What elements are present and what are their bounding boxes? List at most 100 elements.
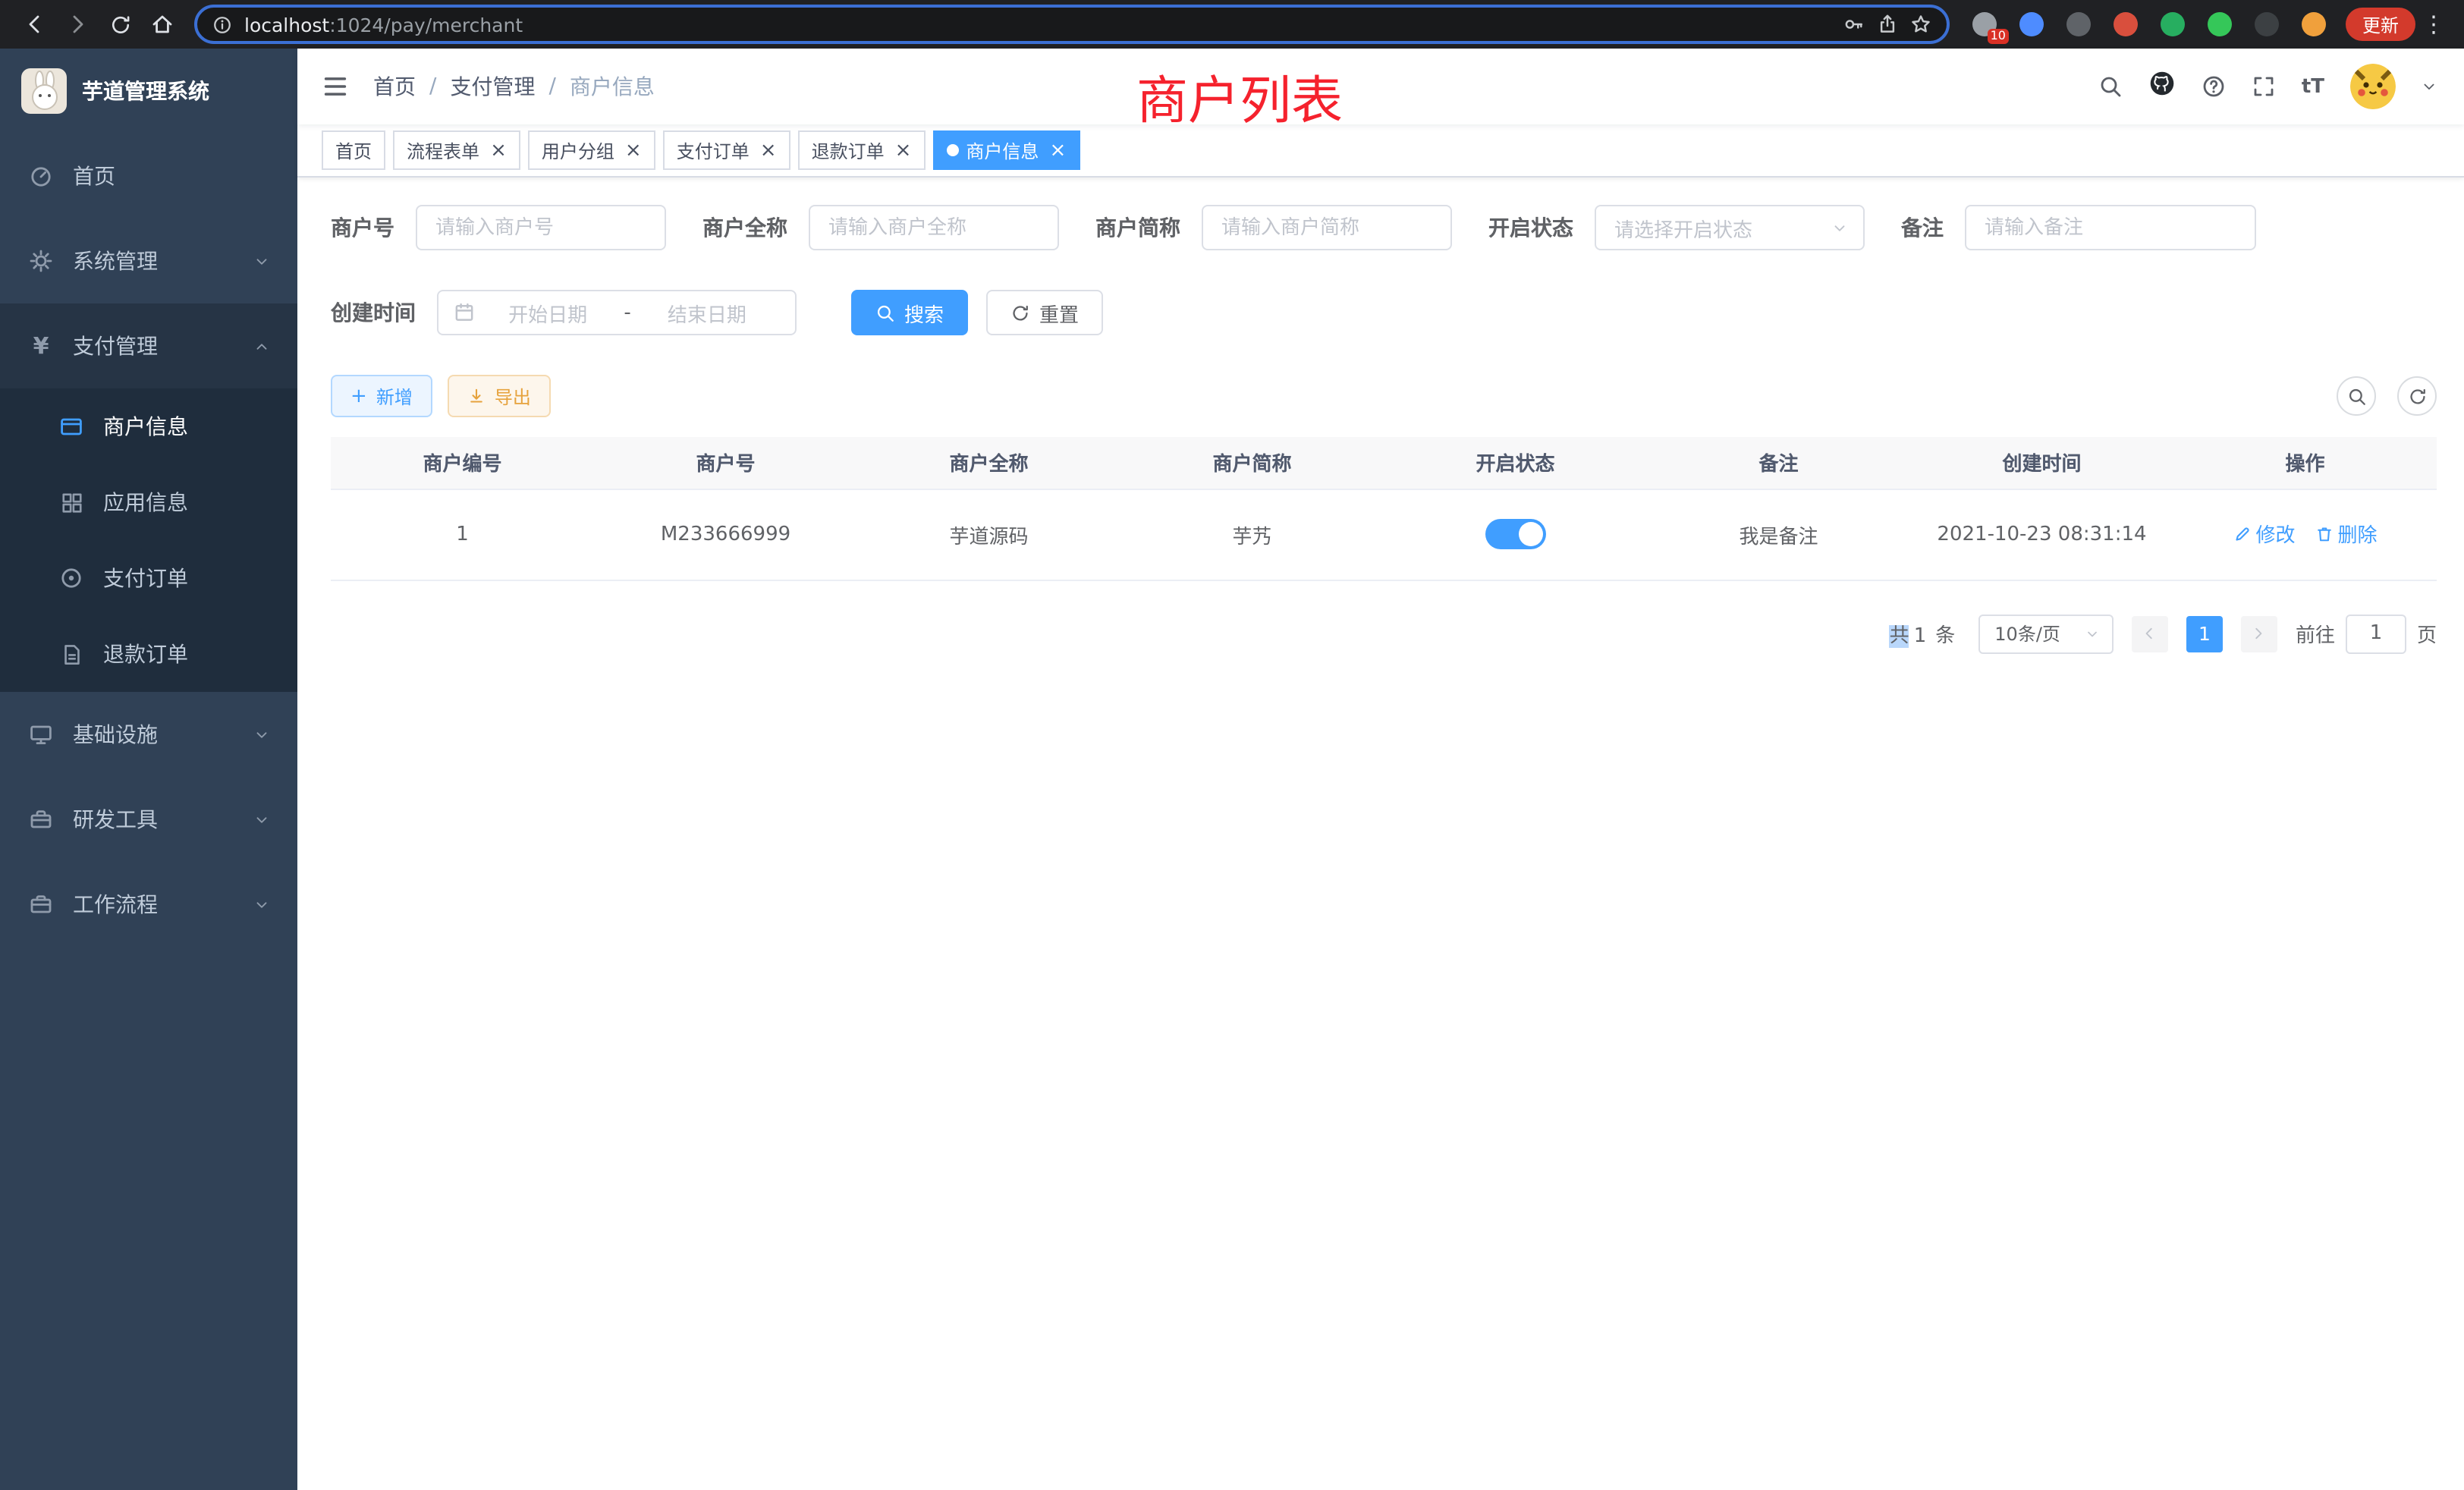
total-prefix: 共 xyxy=(1890,625,1909,648)
tab-user-group[interactable]: 用户分组× xyxy=(528,130,655,170)
browser-chrome: localhost:1024/pay/merchant 10 更新 ⋮ xyxy=(0,0,2464,49)
remark-input[interactable] xyxy=(1965,205,2256,250)
tab-pay-order[interactable]: 支付订单× xyxy=(663,130,790,170)
page-size-select[interactable]: 10条/页 xyxy=(1978,614,2114,653)
breadcrumb-separator: / xyxy=(548,74,555,99)
short-name-label: 商户简称 xyxy=(1095,212,1180,243)
edit-link[interactable]: 修改 xyxy=(2233,520,2295,549)
address-bar[interactable]: localhost:1024/pay/merchant xyxy=(194,5,1950,44)
toolbox-icon xyxy=(27,807,55,831)
toggle-search-button[interactable] xyxy=(2337,376,2376,416)
site-info-icon[interactable] xyxy=(212,14,232,34)
app-logo[interactable]: 芋道管理系统 xyxy=(0,49,297,134)
table-header-row: 商户编号 商户号 商户全称 商户简称 开启状态 备注 创建时间 操作 xyxy=(331,437,2437,489)
create-time-range-picker[interactable]: 开始日期 - 结束日期 xyxy=(437,290,797,335)
font-size-icon[interactable]: tT xyxy=(2302,75,2324,98)
status-toggle[interactable] xyxy=(1485,519,1546,549)
reset-button[interactable]: 重置 xyxy=(986,290,1103,335)
tab-refund-order[interactable]: 退款订单× xyxy=(798,130,926,170)
full-name-input[interactable] xyxy=(809,205,1059,250)
extension-icon[interactable]: 10 xyxy=(1971,11,1998,38)
merchant-no-input[interactable] xyxy=(416,205,666,250)
page-number-button[interactable]: 1 xyxy=(2186,615,2223,652)
sidebar-item-workflow[interactable]: 工作流程 xyxy=(0,862,297,947)
calendar-icon xyxy=(454,302,475,323)
forward-button[interactable] xyxy=(58,5,97,44)
close-icon[interactable]: × xyxy=(895,140,912,160)
hamburger-icon[interactable] xyxy=(297,73,373,100)
sidebar-item-payment[interactable]: ¥ 支付管理 xyxy=(0,303,297,388)
close-icon[interactable]: × xyxy=(760,140,777,160)
tab-label: 商户信息 xyxy=(966,137,1039,163)
short-name-input[interactable] xyxy=(1202,205,1452,250)
sidebar-item-label: 应用信息 xyxy=(103,487,188,517)
breadcrumb: 首页 / 支付管理 / 商户信息 xyxy=(373,71,655,102)
caret-down-icon[interactable] xyxy=(2422,79,2437,94)
goto-page-input[interactable] xyxy=(2346,614,2406,653)
refresh-button[interactable] xyxy=(2397,376,2437,416)
cell-index: 1 xyxy=(331,489,594,580)
tab-merchant-info[interactable]: 商户信息 × xyxy=(932,130,1080,170)
delete-link[interactable]: 删除 xyxy=(2315,520,2378,549)
goto-label: 前往 xyxy=(2296,619,2335,648)
search-button[interactable]: 搜索 xyxy=(851,290,968,335)
reload-button[interactable] xyxy=(100,5,140,44)
sidebar-item-refund-order[interactable]: 退款订单 xyxy=(0,616,297,692)
prev-page-button[interactable] xyxy=(2132,615,2168,652)
date-separator: - xyxy=(621,301,633,324)
sidebar-item-home[interactable]: 首页 xyxy=(0,134,297,218)
tab-home[interactable]: 首页 xyxy=(322,130,385,170)
extension-icon[interactable] xyxy=(2112,11,2139,38)
extension-icon[interactable] xyxy=(2018,11,2045,38)
extension-icon[interactable] xyxy=(2206,11,2233,38)
sidebar-item-merchant-info[interactable]: 商户信息 xyxy=(0,388,297,464)
add-button[interactable]: + 新增 xyxy=(331,375,432,417)
date-end-placeholder: 结束日期 xyxy=(634,298,780,327)
fullscreen-icon[interactable] xyxy=(2252,74,2276,99)
add-button-label: 新增 xyxy=(376,383,413,409)
extension-icon[interactable] xyxy=(2253,11,2280,38)
extension-icon[interactable] xyxy=(2065,11,2092,38)
status-select[interactable]: 请选择开启状态 xyxy=(1595,205,1865,250)
share-icon[interactable] xyxy=(1877,14,1898,35)
cell-merchant-no: M233666999 xyxy=(594,489,857,580)
search-icon[interactable] xyxy=(2098,74,2123,99)
breadcrumb-item[interactable]: 支付管理 xyxy=(450,71,535,102)
next-page-button[interactable] xyxy=(2241,615,2277,652)
sidebar-item-app-info[interactable]: 应用信息 xyxy=(0,464,297,540)
close-icon[interactable]: × xyxy=(1049,140,1066,160)
breadcrumb-item[interactable]: 首页 xyxy=(373,71,416,102)
gear-icon xyxy=(27,249,55,273)
col-header: 开启状态 xyxy=(1384,437,1647,489)
user-avatar[interactable] xyxy=(2350,64,2396,109)
sidebar-item-label: 退款订单 xyxy=(103,639,188,669)
cell-remark: 我是备注 xyxy=(1647,489,1910,580)
browser-update-button[interactable]: 更新 xyxy=(2346,8,2415,41)
breadcrumb-current: 商户信息 xyxy=(570,71,655,102)
col-header: 商户全称 xyxy=(857,437,1120,489)
github-icon[interactable] xyxy=(2148,70,2176,103)
sidebar-item-label: 支付订单 xyxy=(103,563,188,593)
close-icon[interactable]: × xyxy=(625,140,642,160)
remark-label: 备注 xyxy=(1901,212,1944,243)
home-button[interactable] xyxy=(143,5,182,44)
help-icon[interactable] xyxy=(2202,74,2226,99)
sidebar-item-infrastructure[interactable]: 基础设施 xyxy=(0,692,297,777)
close-icon[interactable]: × xyxy=(490,140,507,160)
extension-icon[interactable] xyxy=(2159,11,2186,38)
bookmark-star-icon[interactable] xyxy=(1910,14,1931,35)
tab-process-form[interactable]: 流程表单× xyxy=(393,130,520,170)
reset-button-label: 重置 xyxy=(1039,298,1079,327)
sidebar-item-pay-order[interactable]: 支付订单 xyxy=(0,540,297,616)
extension-icon[interactable] xyxy=(2300,11,2327,38)
sidebar-item-system[interactable]: 系统管理 xyxy=(0,218,297,303)
sidebar-item-label: 首页 xyxy=(73,161,115,191)
back-button[interactable] xyxy=(15,5,55,44)
col-header: 商户简称 xyxy=(1120,437,1384,489)
table-toolbar: + 新增 导出 xyxy=(331,375,2437,417)
navbar-actions: tT xyxy=(2098,64,2437,109)
sidebar-item-dev-tools[interactable]: 研发工具 xyxy=(0,777,297,862)
export-button[interactable]: 导出 xyxy=(448,375,551,417)
password-key-icon[interactable] xyxy=(1843,14,1865,35)
browser-menu-icon[interactable]: ⋮ xyxy=(2418,11,2449,38)
